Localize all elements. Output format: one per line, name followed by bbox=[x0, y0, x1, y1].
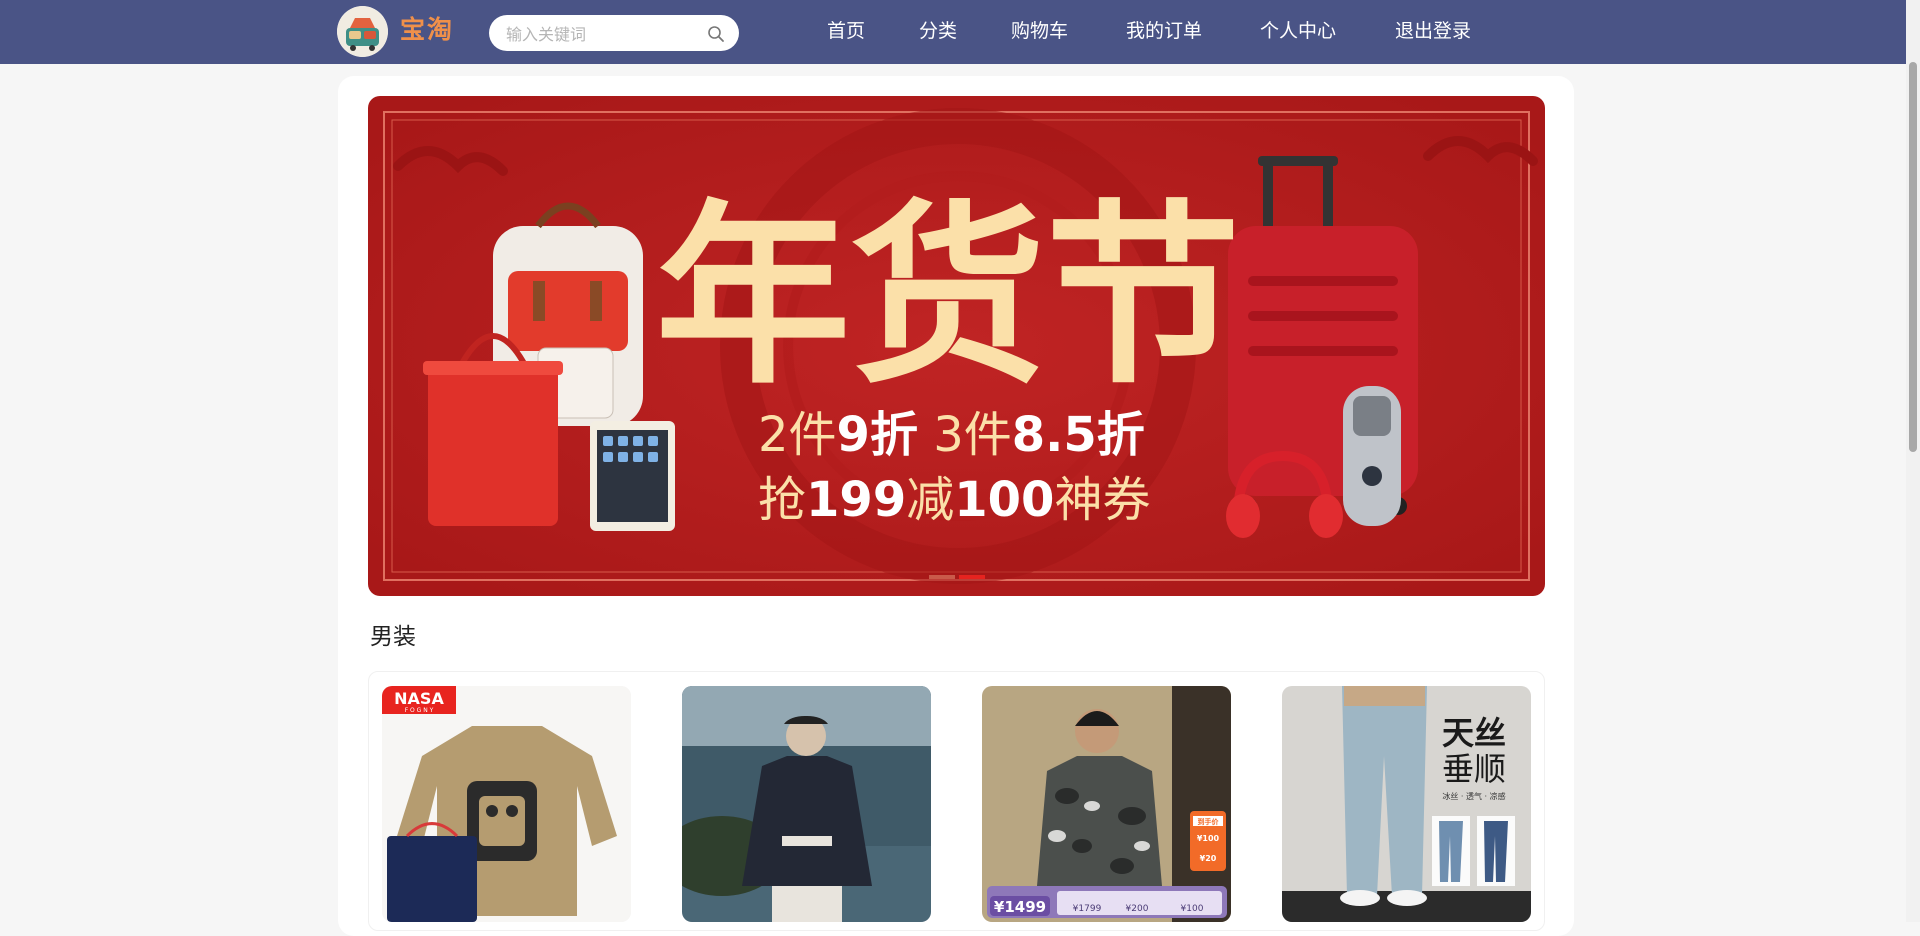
svg-text:¥100: ¥100 bbox=[1197, 834, 1220, 843]
carousel-indicators bbox=[929, 575, 989, 581]
promo-banner[interactable]: 年货节 2件9折 3件8.5折 抢199减100神券 bbox=[368, 96, 1545, 596]
search-box bbox=[489, 15, 739, 51]
banner-title: 年货节 bbox=[656, 183, 1241, 410]
nav-logout[interactable]: 退出登录 bbox=[1395, 16, 1471, 46]
nav-my-orders[interactable]: 我的订单 bbox=[1126, 16, 1202, 46]
svg-text:¥1799: ¥1799 bbox=[1073, 904, 1102, 914]
nav-cart[interactable]: 购物车 bbox=[1011, 16, 1068, 46]
svg-text:¥20: ¥20 bbox=[1200, 854, 1217, 863]
product-card-sweater[interactable]: NASA F O G N Y bbox=[382, 686, 631, 922]
page-scrollbar[interactable] bbox=[1906, 0, 1920, 922]
svg-text:天丝: 天丝 bbox=[1442, 714, 1506, 752]
nav-user-center[interactable]: 个人中心 bbox=[1260, 16, 1336, 46]
handbag-illustration bbox=[423, 333, 563, 526]
svg-text:垂顺: 垂顺 bbox=[1442, 750, 1506, 788]
top-navbar: 宝淘 首页 分类 购物车 我的订单 个人中心 退出登录 bbox=[0, 0, 1920, 64]
carousel-dot-2-active[interactable] bbox=[959, 575, 985, 579]
svg-text:¥200: ¥200 bbox=[1126, 904, 1149, 914]
product-card-jeans[interactable]: 天丝 垂顺 冰丝 · 透气 · 凉感 bbox=[1282, 686, 1531, 922]
svg-text:2件9折 3件8.5折: 2件9折 3件8.5折 bbox=[758, 407, 1145, 463]
product-card-camo-jacket[interactable]: 到手价 ¥100 ¥20 ¥1499 ¥1799 ¥200 ¥100 bbox=[982, 686, 1231, 922]
svg-text:NASA: NASA bbox=[394, 689, 444, 708]
svg-text:到手价: 到手价 bbox=[1198, 817, 1220, 826]
product-card-jacket[interactable] bbox=[682, 686, 931, 922]
carousel-dot-1[interactable] bbox=[929, 575, 955, 579]
svg-text:¥1499: ¥1499 bbox=[994, 898, 1046, 916]
category-title: 男装 bbox=[370, 624, 416, 650]
shop-logo-icon[interactable] bbox=[337, 6, 388, 57]
shaver-illustration bbox=[1343, 386, 1401, 526]
svg-text:冰丝 · 透气 · 凉感: 冰丝 · 透气 · 凉感 bbox=[1442, 791, 1505, 801]
search-input[interactable] bbox=[504, 21, 698, 47]
nav-category[interactable]: 分类 bbox=[919, 16, 957, 46]
svg-text:F O G N Y: F O G N Y bbox=[405, 707, 434, 714]
svg-text:¥100: ¥100 bbox=[1181, 904, 1204, 914]
nav-home[interactable]: 首页 bbox=[827, 16, 865, 46]
tablet-illustration bbox=[590, 421, 675, 531]
scrollbar-thumb[interactable] bbox=[1909, 62, 1917, 452]
svg-text:抢199减100神券: 抢199减100神券 bbox=[758, 472, 1150, 528]
brand-name[interactable]: 宝淘 bbox=[400, 12, 454, 48]
search-icon[interactable] bbox=[706, 24, 726, 44]
